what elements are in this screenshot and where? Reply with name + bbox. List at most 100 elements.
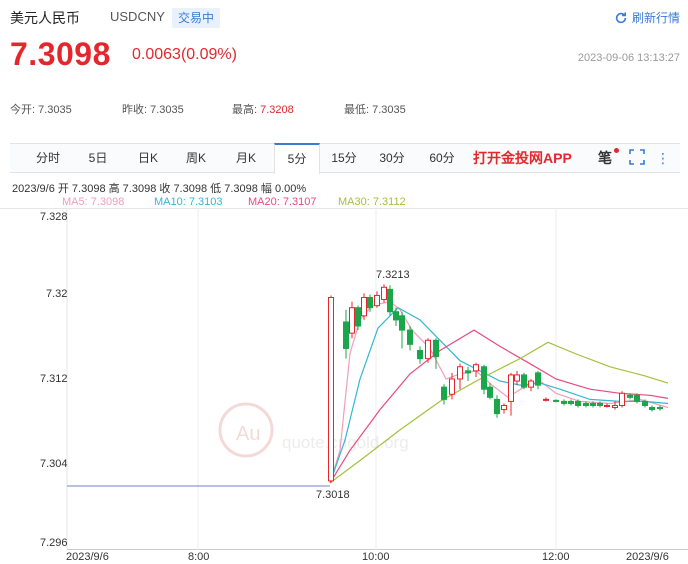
candle — [449, 378, 455, 395]
candlestick-chart[interactable]: 7.328 7.32 7.312 7.304 7.296 2023/9/6 8:… — [0, 208, 688, 564]
candle — [425, 339, 431, 360]
stat-low: 最低: 7.3035 — [344, 104, 406, 116]
candle — [590, 402, 596, 406]
candle — [465, 370, 471, 374]
candle — [583, 402, 589, 406]
refresh-label: 刷新行情 — [631, 11, 680, 25]
candle — [399, 315, 405, 331]
ma10-line — [329, 306, 669, 484]
refresh-button[interactable]: 刷新行情 — [614, 9, 680, 26]
y-tick-label: 7.328 — [40, 211, 68, 223]
y-tick-label: 7.312 — [40, 373, 68, 385]
open-app-link[interactable]: 打开金投网APP — [473, 144, 572, 173]
candle — [657, 407, 663, 410]
moving-average-layer — [329, 300, 669, 484]
candle — [561, 400, 567, 404]
status-badge: 交易中 — [172, 8, 221, 28]
candle-layer — [67, 284, 663, 487]
current-price: 7.3098 — [10, 36, 111, 72]
candle — [494, 398, 500, 415]
candle — [543, 398, 549, 401]
x-tick-label: 12:00 — [542, 551, 570, 563]
candle — [508, 374, 514, 402]
candle — [535, 372, 541, 386]
more-icon[interactable]: ⋮ — [654, 149, 672, 167]
candle — [642, 400, 648, 406]
brush-icon[interactable]: 笔 — [596, 149, 614, 167]
candle — [501, 404, 507, 411]
candle — [433, 339, 439, 358]
tab-60-min[interactable]: 60分 — [424, 144, 460, 173]
stat-prev-close: 昨收: 7.3035 — [122, 104, 184, 116]
period-tabbar: 分时 5日 日K 周K 月K 5分 15分 30分 60分 打开金投网APP 笔… — [10, 143, 680, 174]
quote-stats: 今开: 7.3035 昨收: 7.3035 最高: 7.3208 最低: 7.3… — [10, 101, 680, 116]
high-annotation: 7.3213 — [376, 269, 410, 281]
y-tick-label: 7.296 — [40, 537, 68, 549]
candle — [553, 399, 559, 402]
ma10-label: MA10: 7.3103 — [154, 196, 223, 208]
tab-monthly-k[interactable]: 月K — [224, 144, 268, 173]
candle — [343, 321, 349, 349]
x-tick-label: 2023/9/6 — [626, 551, 669, 563]
candle — [355, 307, 361, 327]
quote-header: 美元人民币 USDCNY 交易中 刷新行情 — [10, 8, 680, 30]
cngold-watermark: Au quote.cngold.org — [218, 402, 409, 458]
stat-open: 今开: 7.3035 — [10, 104, 72, 116]
ma30-label: MA30: 7.3112 — [338, 196, 406, 208]
candle — [407, 329, 413, 345]
price-change: 0.0063(0.09%) — [132, 46, 237, 63]
candle — [487, 386, 493, 398]
candle — [381, 286, 387, 301]
candle — [514, 374, 520, 382]
tab-5-day[interactable]: 5日 — [78, 144, 118, 173]
quote-timestamp: 2023-09-06 13:13:27 — [577, 52, 680, 64]
candle — [619, 392, 625, 406]
candle — [481, 366, 487, 390]
candle — [575, 400, 581, 406]
fullscreen-icon[interactable] — [628, 149, 646, 167]
ma20-label: MA20: 7.3107 — [248, 196, 317, 208]
svg-text:quote.cngold.org: quote.cngold.org — [282, 433, 409, 452]
candle — [597, 402, 603, 406]
candle — [649, 407, 655, 411]
y-tick-label: 7.304 — [40, 458, 68, 470]
candle — [361, 297, 367, 317]
candle — [612, 404, 618, 409]
y-tick-label: 7.32 — [46, 288, 67, 300]
tab-time-sharing[interactable]: 分时 — [28, 144, 68, 173]
refresh-icon — [615, 11, 627, 23]
x-tick-label: 8:00 — [188, 551, 209, 563]
tab-15-min[interactable]: 15分 — [326, 144, 362, 173]
candle — [367, 297, 373, 309]
candle — [328, 297, 334, 482]
candle — [393, 311, 399, 321]
tab-weekly-k[interactable]: 周K — [176, 144, 216, 173]
candle — [374, 294, 380, 307]
candle — [441, 386, 447, 400]
notification-dot — [614, 148, 619, 153]
price-row: 7.3098 0.0063(0.09%) 2023-09-06 13:13:27 — [10, 36, 680, 76]
candle — [627, 394, 633, 398]
tab-daily-k[interactable]: 日K — [128, 144, 168, 173]
candle — [457, 366, 463, 380]
candle — [473, 364, 479, 372]
x-tick-label: 10:00 — [362, 551, 390, 563]
candle — [634, 394, 640, 402]
x-tick-label: 2023/9/6 — [66, 551, 109, 563]
ma5-label: MA5: 7.3098 — [62, 196, 125, 208]
candle — [604, 404, 610, 407]
instrument-title: 美元人民币 — [10, 10, 80, 26]
low-annotation: 7.3018 — [316, 489, 350, 501]
candle — [349, 307, 355, 334]
instrument-code: USDCNY — [110, 9, 165, 24]
candle — [568, 400, 574, 404]
tab-5-min[interactable]: 5分 — [274, 143, 320, 174]
ma5-line — [329, 300, 669, 484]
candle — [417, 349, 423, 360]
ohlc-readout: 2023/9/6 开 7.3098 高 7.3098 收 7.3098 低 7.… — [12, 183, 307, 195]
stat-high: 最高: 7.3208 — [232, 104, 294, 116]
candle — [521, 374, 527, 388]
fullscreen-glyph — [629, 149, 645, 165]
tab-30-min[interactable]: 30分 — [374, 144, 410, 173]
candle — [387, 288, 393, 313]
